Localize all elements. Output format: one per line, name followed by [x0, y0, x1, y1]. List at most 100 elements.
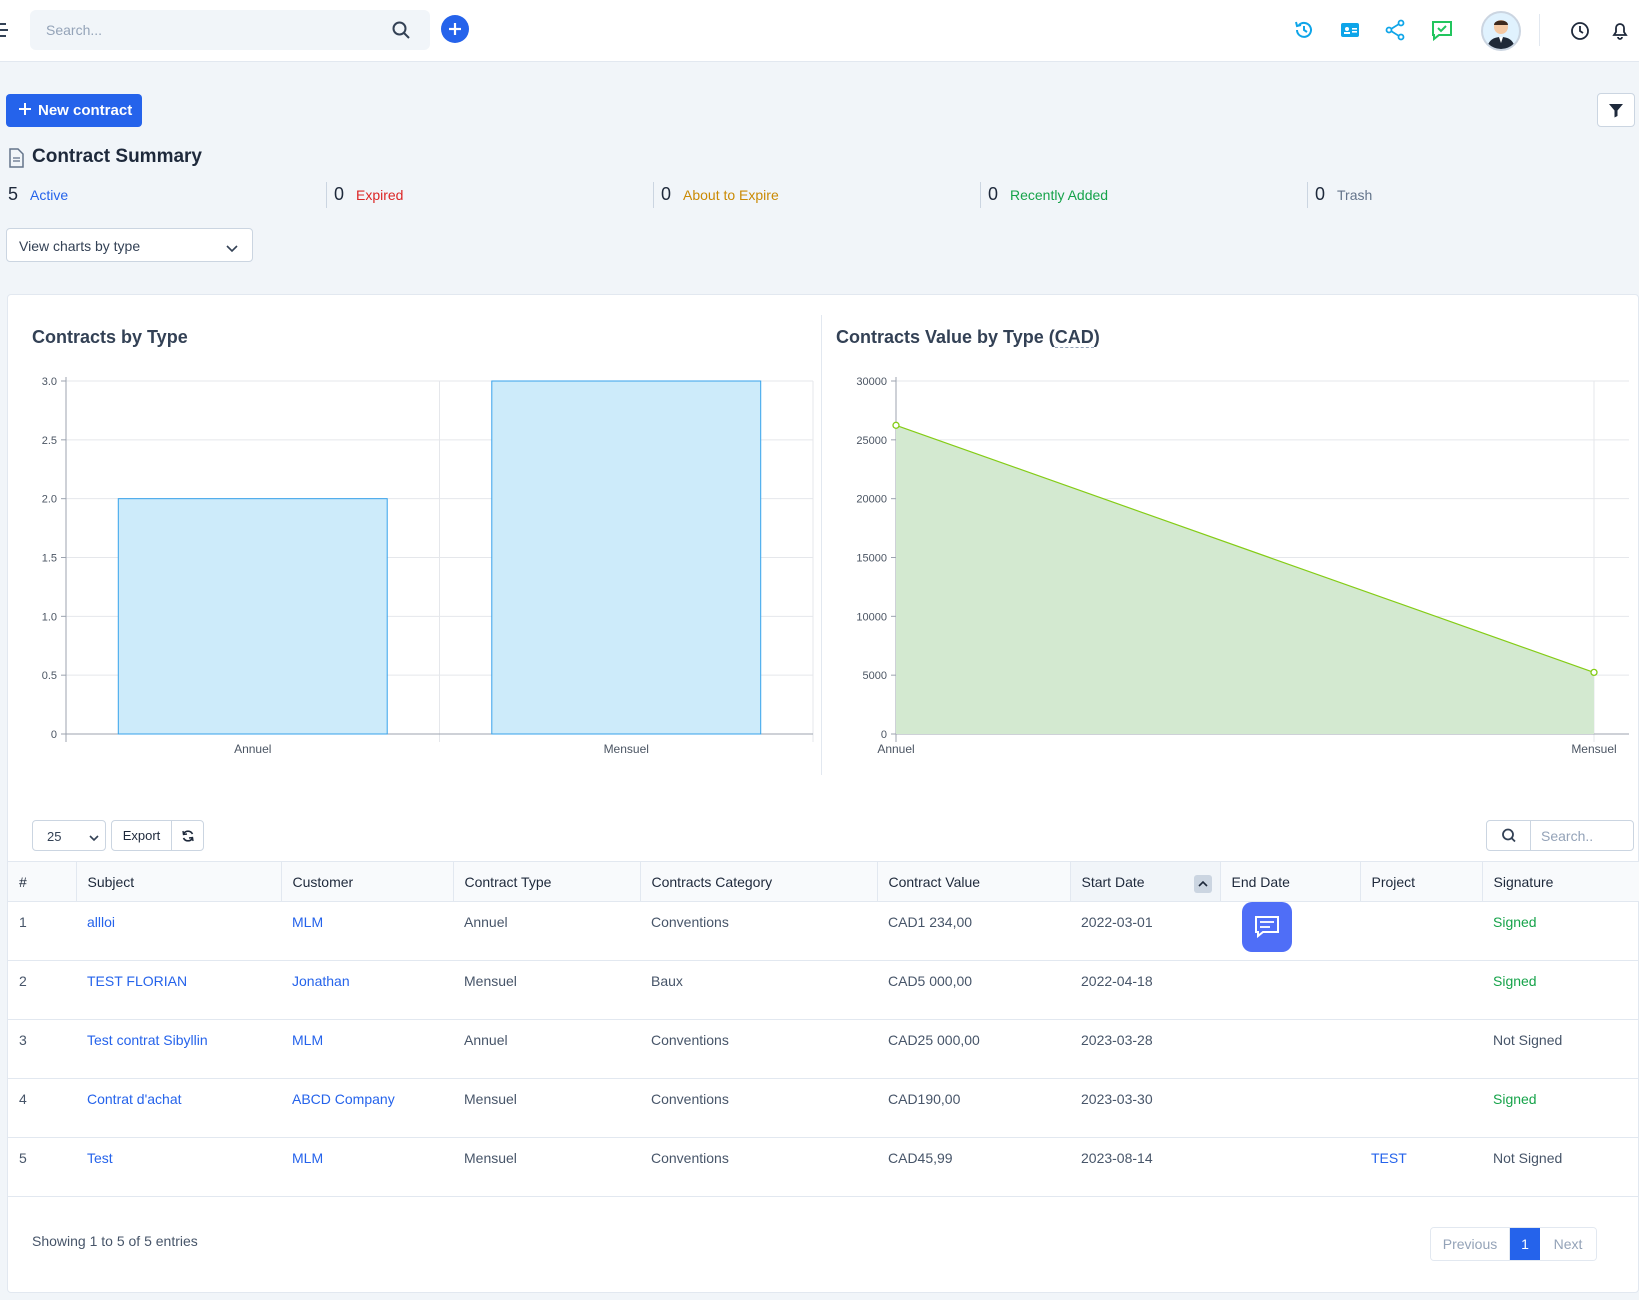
y-tick-label: 15000	[856, 553, 887, 565]
global-search-input[interactable]	[30, 10, 430, 50]
subject-link[interactable]: Contrat d'achat	[76, 1079, 281, 1138]
customer-link[interactable]: MLM	[281, 1138, 453, 1197]
column-header-number[interactable]: #	[8, 861, 77, 902]
page-1-button[interactable]: 1	[1510, 1228, 1540, 1260]
chat-check-icon[interactable]	[1430, 18, 1454, 42]
subject-link[interactable]: TEST FLORIAN	[76, 961, 281, 1020]
next-page-button[interactable]: Next	[1540, 1228, 1596, 1260]
column-header-start-date-label: Start Date	[1081, 873, 1145, 890]
stat-divider	[1307, 182, 1308, 208]
column-header-start-date[interactable]: Start Date	[1070, 861, 1221, 902]
row-number: 5	[19, 1150, 27, 1166]
subject-link[interactable]: Test	[76, 1138, 281, 1197]
table-search	[1486, 820, 1634, 851]
top-navbar	[0, 0, 1639, 62]
export-button[interactable]: Export	[112, 821, 172, 850]
bar	[117, 498, 388, 735]
start-date: 2023-03-28	[1081, 1032, 1153, 1048]
customer-link[interactable]: MLM	[281, 1020, 453, 1079]
table-actions: Export	[111, 820, 204, 851]
column-header-subject[interactable]: Subject	[76, 861, 282, 902]
project-link[interactable]: TEST	[1360, 1138, 1482, 1197]
y-tick-label: 0.5	[42, 670, 57, 682]
y-tick-label: 20000	[856, 494, 887, 506]
customer-link[interactable]: Jonathan	[281, 961, 453, 1020]
y-tick-label: 30000	[856, 376, 887, 388]
column-header-customer[interactable]: Customer	[281, 861, 454, 902]
new-contract-label: New contract	[38, 102, 133, 119]
project-link	[1360, 961, 1482, 1020]
y-tick-label: 1.0	[42, 611, 57, 623]
stat-label: Expired	[356, 187, 404, 203]
signature-status: Not Signed	[1493, 1032, 1563, 1048]
chat-bubble-button[interactable]	[1242, 902, 1292, 952]
y-tick-label: 2.0	[42, 494, 57, 506]
start-date: 2022-03-01	[1081, 914, 1153, 930]
y-tick-label: 2.5	[42, 435, 57, 447]
subject-link[interactable]: allloi	[76, 902, 281, 961]
chart-title-value-suffix: )	[1093, 327, 1100, 347]
refresh-icon[interactable]	[172, 821, 203, 850]
search-icon[interactable]	[392, 21, 410, 42]
subject-link[interactable]: Test contrat Sibyllin	[76, 1020, 281, 1079]
table-search-input[interactable]	[1531, 821, 1633, 850]
contract-category: Baux	[651, 973, 683, 989]
start-date: 2023-03-30	[1081, 1091, 1153, 1107]
contact-card-icon[interactable]	[1338, 18, 1362, 42]
share-icon[interactable]	[1383, 18, 1407, 42]
table-row: 3 Test contrat Sibyllin MLM Annuel Conventio…	[8, 1020, 1639, 1079]
sort-ascending-icon[interactable]	[1193, 875, 1212, 893]
contract-type: Mensuel	[464, 973, 517, 989]
start-date: 2022-04-18	[1081, 973, 1153, 989]
user-avatar[interactable]	[1481, 11, 1521, 51]
history-icon[interactable]	[1292, 18, 1316, 42]
contract-type: Mensuel	[464, 1091, 517, 1107]
new-contract-button[interactable]: New contract	[6, 94, 142, 127]
x-tick-label: Annuel	[877, 742, 914, 756]
signature-status: Signed	[1493, 973, 1537, 989]
y-tick-label: 3.0	[42, 376, 57, 388]
timer-button[interactable]	[1563, 14, 1597, 48]
contracts-panel: Contracts by Type Contracts Value by Typ…	[7, 294, 1639, 1293]
stat-label: Trash	[1337, 187, 1373, 203]
contract-value: CAD190,00	[888, 1091, 961, 1107]
y-tick-label: 1.5	[42, 553, 57, 565]
view-charts-select[interactable]: View charts by type	[6, 228, 253, 262]
page-length-select[interactable]: 25	[32, 820, 106, 851]
end-date	[1220, 1138, 1360, 1197]
table-row: 4 Contrat d'achat ABCD Company Mensuel Conve…	[8, 1079, 1639, 1138]
stat-divider	[980, 182, 981, 208]
column-header-signature[interactable]: Signature	[1482, 861, 1639, 902]
y-tick-label: 0	[51, 729, 57, 741]
chart-title-by-type: Contracts by Type	[32, 327, 188, 347]
row-number: 3	[19, 1032, 27, 1048]
previous-page-button[interactable]: Previous	[1431, 1228, 1510, 1260]
row-number: 4	[19, 1091, 27, 1107]
pagination: Previous 1 Next	[1430, 1227, 1597, 1261]
menu-toggle-icon[interactable]	[0, 22, 8, 38]
contract-category: Conventions	[651, 1032, 729, 1048]
column-header-contract-value[interactable]: Contract Value	[877, 861, 1071, 902]
row-number: 1	[19, 914, 27, 930]
search-icon[interactable]	[1487, 821, 1531, 850]
stat-divider	[653, 182, 654, 208]
chevron-down-icon	[89, 830, 99, 845]
column-header-contract-type[interactable]: Contract Type	[453, 861, 641, 902]
quick-create-button[interactable]	[441, 15, 469, 43]
column-header-category[interactable]: Contracts Category	[640, 861, 878, 902]
table-row: 2 TEST FLORIAN Jonathan Mensuel Baux CAD5 000…	[8, 961, 1639, 1020]
contract-value: CAD5 000,00	[888, 973, 973, 989]
contract-type: Mensuel	[464, 1150, 517, 1166]
view-charts-select-value: View charts by type	[19, 238, 141, 254]
row-number: 2	[19, 973, 27, 989]
customer-link[interactable]: ABCD Company	[281, 1079, 453, 1138]
notifications-bell-icon[interactable]	[1603, 14, 1637, 48]
filter-button[interactable]	[1597, 93, 1635, 127]
data-point	[1590, 668, 1598, 677]
column-header-project[interactable]: Project	[1360, 861, 1483, 902]
customer-link[interactable]: MLM	[281, 902, 453, 961]
end-date	[1220, 1020, 1360, 1079]
contract-category: Conventions	[651, 914, 729, 930]
column-header-end-date[interactable]: End Date	[1220, 861, 1361, 902]
contracts-value-chart: 0 5000 10000 15000 20000 25000 30000 Annuel Mens…	[856, 376, 1629, 756]
